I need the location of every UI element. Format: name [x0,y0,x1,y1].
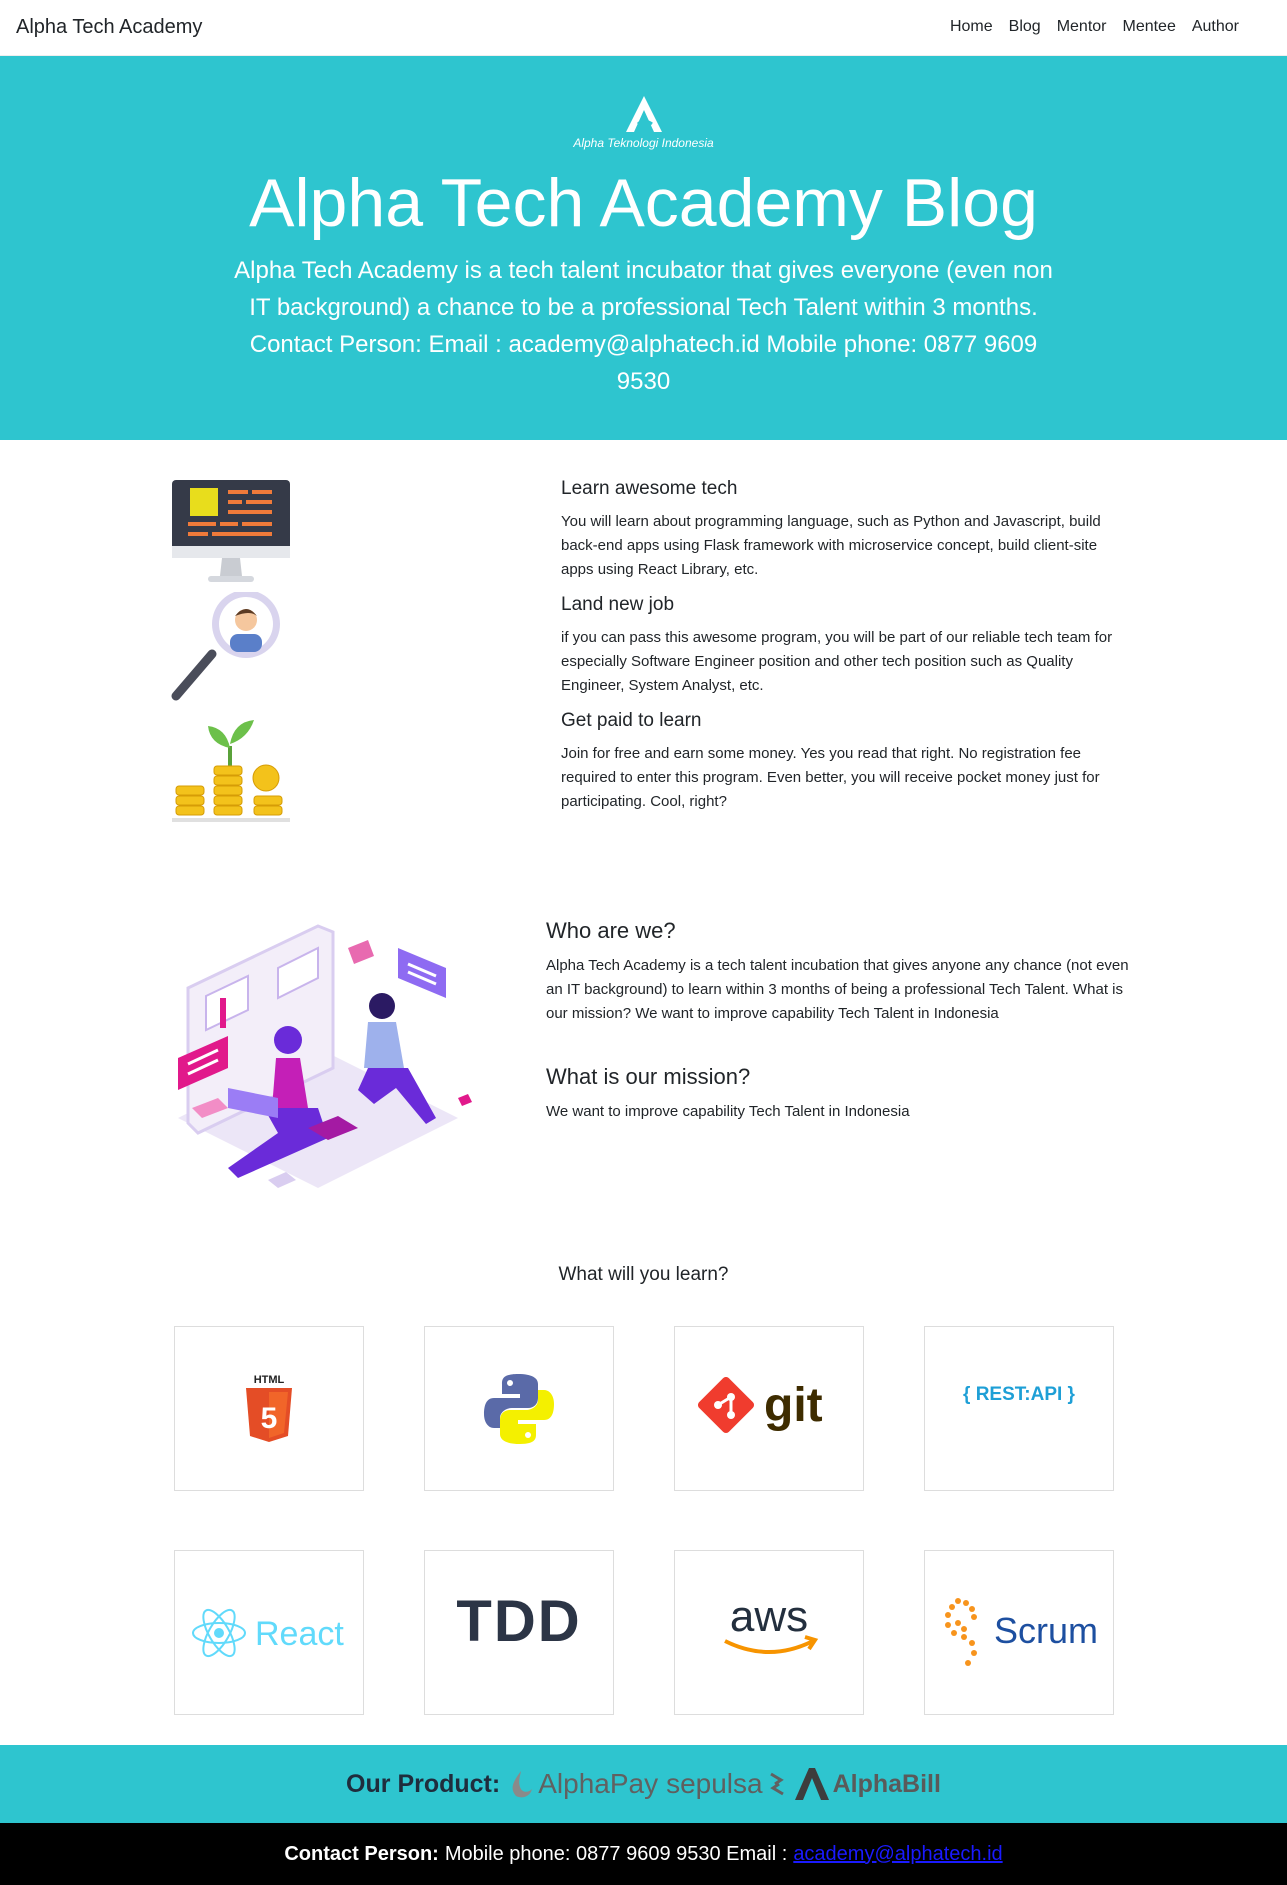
feature-title: Land new job [561,594,675,615]
navbar: Alpha Tech Academy Home Blog Mentor Ment… [0,0,1287,56]
footer-email-link[interactable]: academy@alphatech.id [793,1843,1002,1866]
html5-label: HTML [254,1374,285,1386]
scrum-icon: Scrum [945,1597,1098,1666]
scrum-label: Scrum [994,1610,1098,1651]
alphabill-text: AlphaBill [832,1769,941,1798]
git-label: git [764,1379,823,1432]
sepulsa-logo[interactable]: sepulsa [666,1768,787,1800]
card-git: git [674,1326,864,1491]
learn-title: What will you learn? [558,1264,729,1285]
nav-author[interactable]: Author [1184,18,1247,36]
feature-icons [170,478,292,828]
hero-banner: Alpha Teknologi Indonesia Alpha Tech Aca… [0,56,1287,440]
company-logo: Alpha Teknologi Indonesia [0,94,1287,150]
monitor-icon [172,480,290,582]
rest-api-label: { REST:API } [963,1383,1075,1405]
git-icon: git [698,1376,823,1433]
feature-title: Learn awesome tech [561,478,738,499]
hero-title: Alpha Tech Academy Blog [249,165,1038,241]
card-python [424,1326,614,1491]
who-title: Who are we? [546,918,676,943]
alpha-logo-icon [625,96,662,132]
alphapay-logo[interactable]: AlphaPay [508,1768,658,1800]
feature-paid: Get paid to learn Join for free and earn… [561,710,1121,814]
feature-job: Land new job if you can pass this awesom… [561,594,1121,698]
nav-mentor[interactable]: Mentor [1049,18,1115,36]
card-react: React [174,1550,364,1715]
card-html5: HTML 5 [174,1326,364,1491]
logo-text: Alpha Teknologi Indonesia [573,136,714,150]
sepulsa-icon [769,1772,784,1796]
alphapay-text: AlphaPay [538,1768,659,1799]
aws-label: aws [730,1593,808,1641]
feature-text: Join for free and earn some money. Yes y… [561,745,1100,810]
nav-home[interactable]: Home [942,18,1001,36]
product-label: Our Product: [346,1769,501,1798]
brand-link[interactable]: Alpha Tech Academy [16,16,202,39]
footer: Contact Person: Mobile phone: 0877 9609 … [0,1823,1287,1885]
feature-learn: Learn awesome tech You will learn about … [561,478,1121,582]
html5-icon: HTML 5 [246,1374,292,1442]
hero-description: Alpha Tech Academy is a tech talent incu… [234,257,1053,395]
feature-text: if you can pass this awesome program, yo… [561,629,1113,694]
features-list: Learn awesome tech You will learn about … [561,478,1121,826]
alphabill-logo[interactable]: AlphaBill [794,1766,941,1802]
nav-mentee[interactable]: Mentee [1114,18,1183,36]
nav-blog[interactable]: Blog [1001,18,1049,36]
alphabill-icon [794,1768,829,1800]
card-scrum: Scrum [924,1550,1114,1715]
sepulsa-text: sepulsa [666,1768,763,1799]
feature-text: You will learn about programming languag… [561,513,1101,578]
tdd-label: TDD [456,1589,582,1654]
footer-label: Contact Person: [284,1842,439,1865]
react-icon: React [192,1608,344,1657]
nav-links: Home Blog Mentor Mentee Author [942,18,1247,36]
react-label: React [255,1615,344,1653]
card-aws: aws [674,1550,864,1715]
aws-icon: aws [724,1593,819,1654]
footer-contact: Mobile phone: 0877 9609 9530 Email : [444,1842,788,1865]
card-tdd: TDD [424,1550,614,1715]
who-text: Alpha Tech Academy is a tech talent incu… [546,957,1129,1022]
mission-title: What is our mission? [546,1064,751,1089]
about-section: Who are we? Alpha Tech Academy is a tech… [546,918,1136,1124]
search-candidate-icon [171,592,280,701]
mission-text: We want to improve capability Tech Talen… [546,1103,910,1120]
html5-number: 5 [261,1402,278,1435]
team-illustration [178,924,472,1188]
alphapay-icon [512,1771,533,1798]
money-plant-icon [172,720,290,822]
card-rest-api: { REST:API } [924,1326,1114,1491]
feature-title: Get paid to learn [561,710,702,731]
python-icon [484,1373,554,1444]
product-strip: Our Product: AlphaPay sepulsa AlphaBill [0,1745,1287,1823]
